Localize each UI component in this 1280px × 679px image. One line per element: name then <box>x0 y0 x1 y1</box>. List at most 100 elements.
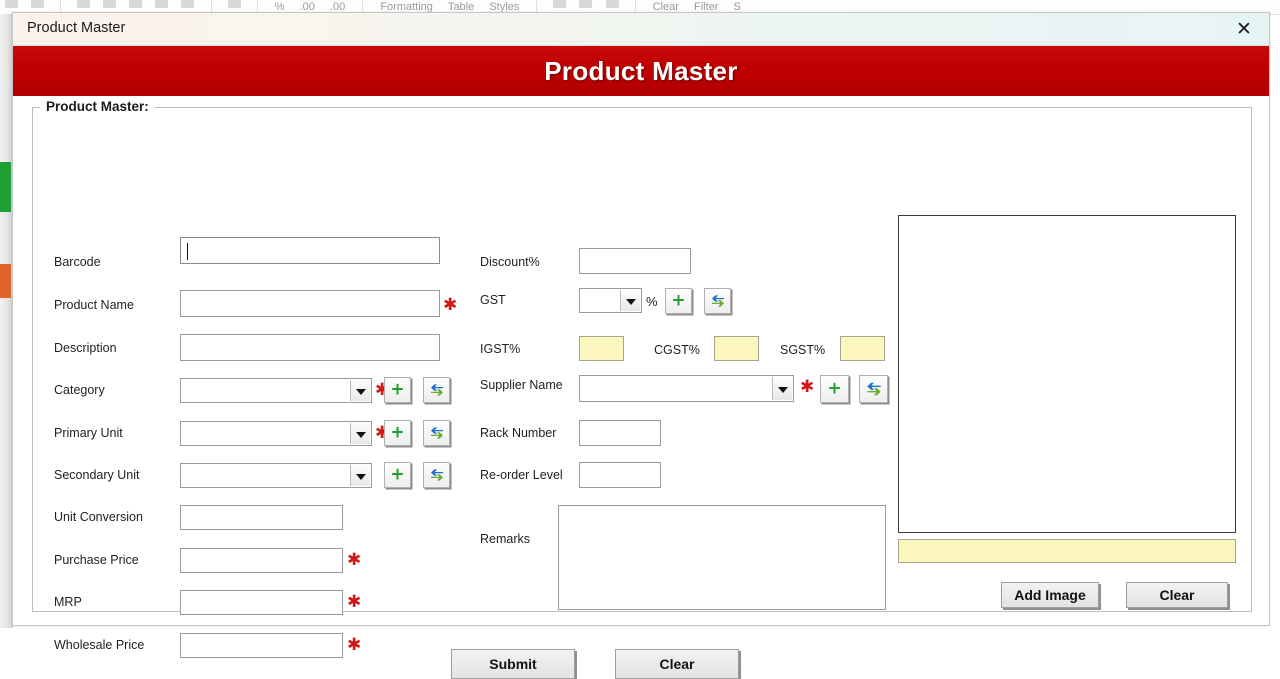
description-input[interactable] <box>180 334 440 361</box>
supplier-refresh-button[interactable] <box>859 375 888 403</box>
ribbon-divider <box>362 0 364 12</box>
required-asterisk-icon: ✱ <box>347 592 362 612</box>
refresh-arrows-icon <box>430 469 443 481</box>
label-supplier-name: Supplier Name <box>480 378 563 392</box>
primary-unit-add-button[interactable]: + <box>384 420 411 446</box>
label-barcode: Barcode <box>54 255 101 269</box>
unit-conversion-input[interactable] <box>180 505 343 530</box>
chevron-down-icon[interactable] <box>350 465 370 486</box>
ribbon-icon <box>553 0 567 8</box>
form-body: Product Master: Barcode Product Name ✱ D… <box>13 96 1269 679</box>
category-combobox[interactable] <box>180 378 372 403</box>
ribbon-icon <box>77 0 91 8</box>
dialog-titlebar: Product Master ✕ <box>13 13 1269 46</box>
ribbon-icon <box>129 0 143 8</box>
igst-input[interactable] <box>579 336 624 361</box>
secondary-unit-refresh-button[interactable] <box>423 462 450 488</box>
groupbox-legend: Product Master: <box>40 99 155 114</box>
label-wholesale-price: Wholesale Price <box>54 638 145 652</box>
ribbon-divider <box>634 0 636 12</box>
image-preview-box[interactable] <box>898 215 1236 533</box>
ribbon-icon <box>181 0 195 8</box>
submit-button[interactable]: Submit <box>451 649 575 679</box>
barcode-input[interactable] <box>180 237 440 264</box>
chevron-down-icon[interactable] <box>620 290 640 311</box>
ribbon-icon <box>227 0 241 8</box>
ribbon-divider <box>536 0 538 12</box>
label-sgst: SGST% <box>780 343 826 357</box>
image-path-input[interactable] <box>898 539 1236 563</box>
chevron-down-icon[interactable] <box>350 380 370 401</box>
window-title: Product Master <box>27 20 126 36</box>
ribbon-divider <box>210 0 212 12</box>
remarks-textarea[interactable] <box>558 505 886 610</box>
label-mrp: MRP <box>54 595 82 609</box>
supplier-name-combobox[interactable] <box>579 375 794 402</box>
chevron-down-icon[interactable] <box>350 423 370 444</box>
ribbon-icon <box>155 0 169 8</box>
clear-form-button[interactable]: Clear <box>615 649 739 679</box>
supplier-add-button[interactable]: + <box>820 375 849 403</box>
required-asterisk-icon: ✱ <box>347 635 362 655</box>
spreadsheet-cell-orange <box>0 264 11 298</box>
purchase-price-input[interactable] <box>180 548 343 573</box>
ribbon-icon <box>103 0 117 8</box>
refresh-arrows-icon <box>430 384 443 396</box>
reorder-level-input[interactable] <box>579 462 661 488</box>
sgst-input[interactable] <box>840 336 885 361</box>
gst-refresh-button[interactable] <box>704 288 731 314</box>
page-title: Product Master <box>544 55 738 86</box>
label-gst: GST <box>480 293 506 307</box>
label-category: Category <box>54 383 105 397</box>
refresh-arrows-icon <box>711 295 724 307</box>
rack-number-input[interactable] <box>579 420 661 446</box>
label-unit-conversion: Unit Conversion <box>54 510 143 524</box>
label-description: Description <box>54 341 117 355</box>
required-asterisk-icon: ✱ <box>443 295 458 315</box>
required-asterisk-icon: ✱ <box>800 377 815 397</box>
cgst-input[interactable] <box>714 336 759 361</box>
primary-unit-refresh-button[interactable] <box>423 420 450 446</box>
ribbon-divider <box>256 0 258 12</box>
mrp-input[interactable] <box>180 590 343 615</box>
gst-add-button[interactable]: + <box>665 288 692 314</box>
plus-icon: + <box>390 464 405 485</box>
ribbon-icon <box>579 0 593 8</box>
refresh-arrows-icon <box>866 382 881 396</box>
chevron-down-icon[interactable] <box>772 377 792 400</box>
label-cgst: CGST% <box>654 343 700 357</box>
label-igst: IGST% <box>480 342 521 356</box>
label-reorder-level: Re-order Level <box>480 468 563 482</box>
required-asterisk-icon: ✱ <box>347 550 362 570</box>
ribbon-divider <box>60 0 62 12</box>
label-secondary-unit: Secondary Unit <box>54 468 140 482</box>
category-refresh-button[interactable] <box>423 377 450 403</box>
category-add-button[interactable]: + <box>384 377 411 403</box>
text-caret <box>187 243 188 260</box>
plus-icon: + <box>827 378 842 399</box>
plus-icon: + <box>390 379 405 400</box>
label-purchase-price: Purchase Price <box>54 553 139 567</box>
clear-image-button[interactable]: Clear <box>1126 582 1228 608</box>
ribbon-icon <box>5 0 18 8</box>
close-icon[interactable]: ✕ <box>1227 15 1261 43</box>
primary-unit-combobox[interactable] <box>180 421 372 446</box>
plus-icon: + <box>390 422 405 443</box>
ribbon-icon <box>31 0 45 8</box>
wholesale-price-input[interactable] <box>180 633 343 658</box>
refresh-arrows-icon <box>430 427 443 439</box>
discount-input[interactable] <box>579 248 691 274</box>
label-rack-number: Rack Number <box>480 426 557 440</box>
form-header-band: Product Master <box>13 46 1269 96</box>
gst-percent-suffix: % <box>646 294 658 309</box>
spreadsheet-cell-green <box>0 162 11 212</box>
gst-combobox[interactable] <box>579 288 642 313</box>
ribbon-icon <box>605 0 619 8</box>
add-image-button[interactable]: Add Image <box>1001 582 1099 608</box>
secondary-unit-add-button[interactable]: + <box>384 462 411 488</box>
product-name-input[interactable] <box>180 290 440 317</box>
label-discount: Discount% <box>480 255 540 269</box>
label-product-name: Product Name <box>54 298 134 312</box>
secondary-unit-combobox[interactable] <box>180 463 372 488</box>
label-remarks: Remarks <box>480 532 531 546</box>
